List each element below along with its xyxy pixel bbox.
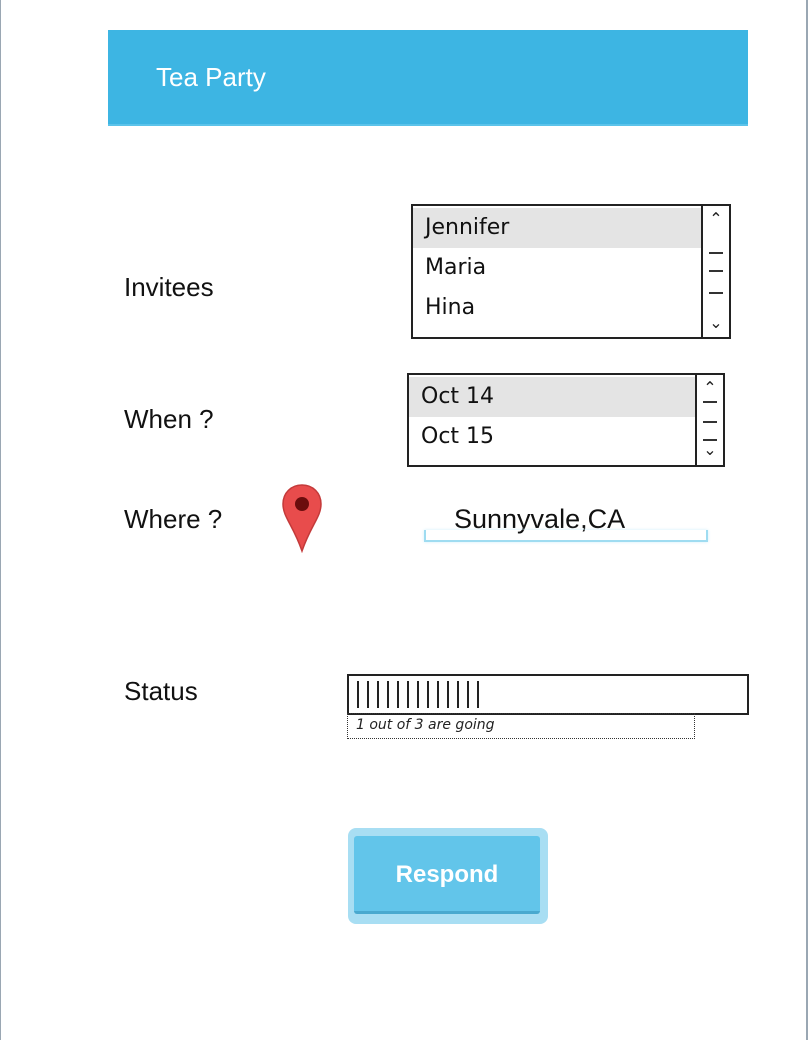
progress-tick bbox=[407, 681, 409, 708]
status-progress-bar bbox=[347, 674, 749, 715]
scroll-down-icon[interactable]: ⌄ bbox=[697, 441, 723, 459]
app-header: Tea Party bbox=[108, 30, 748, 126]
scroll-down-icon[interactable]: ⌄ bbox=[703, 314, 729, 332]
scroll-up-icon[interactable]: ⌃ bbox=[703, 210, 729, 228]
list-item-maria[interactable]: Maria bbox=[413, 248, 701, 288]
app-title: Tea Party bbox=[156, 62, 266, 92]
scroll-track-mark bbox=[709, 270, 723, 272]
progress-tick bbox=[377, 681, 379, 708]
list-item-oct-15[interactable]: Oct 15 bbox=[409, 417, 695, 457]
list-item-hina[interactable]: Hina bbox=[413, 288, 701, 328]
progress-tick bbox=[477, 681, 479, 708]
where-label: Where ? bbox=[124, 504, 223, 534]
status-label: Status bbox=[124, 676, 198, 706]
list-item-jennifer[interactable]: Jennifer bbox=[413, 208, 701, 248]
map-pin-icon bbox=[282, 484, 322, 553]
scroll-track-mark bbox=[709, 252, 723, 254]
invitees-scrollbar[interactable]: ⌃ ⌄ bbox=[701, 206, 729, 337]
when-listbox[interactable]: Oct 14 Oct 15 ⌃ ⌄ bbox=[407, 373, 725, 467]
location-field-underline bbox=[424, 530, 708, 542]
progress-tick bbox=[427, 681, 429, 708]
scroll-track-mark bbox=[703, 421, 717, 423]
progress-fill bbox=[357, 681, 483, 708]
status-caption: 1 out of 3 are going bbox=[347, 713, 695, 739]
when-scrollbar[interactable]: ⌃ ⌄ bbox=[695, 375, 723, 465]
list-item-oct-14[interactable]: Oct 14 bbox=[409, 377, 695, 417]
scroll-track-mark bbox=[709, 292, 723, 294]
progress-tick bbox=[437, 681, 439, 708]
progress-tick bbox=[417, 681, 419, 708]
progress-tick bbox=[387, 681, 389, 708]
invitees-label: Invitees bbox=[124, 272, 214, 302]
progress-tick bbox=[357, 681, 359, 708]
location-field[interactable]: Sunnyvale,CA bbox=[420, 500, 712, 548]
progress-tick bbox=[447, 681, 449, 708]
progress-tick bbox=[467, 681, 469, 708]
invitees-listbox[interactable]: Jennifer Maria Hina ⌃ ⌄ bbox=[411, 204, 731, 339]
when-label: When ? bbox=[124, 404, 214, 434]
progress-tick bbox=[457, 681, 459, 708]
progress-tick bbox=[367, 681, 369, 708]
progress-tick bbox=[397, 681, 399, 708]
respond-button-frame: Respond bbox=[348, 828, 548, 924]
scroll-track-mark bbox=[703, 401, 717, 403]
respond-button[interactable]: Respond bbox=[354, 836, 540, 914]
window-border-left bbox=[0, 0, 1, 1040]
scroll-up-icon[interactable]: ⌃ bbox=[697, 379, 723, 397]
